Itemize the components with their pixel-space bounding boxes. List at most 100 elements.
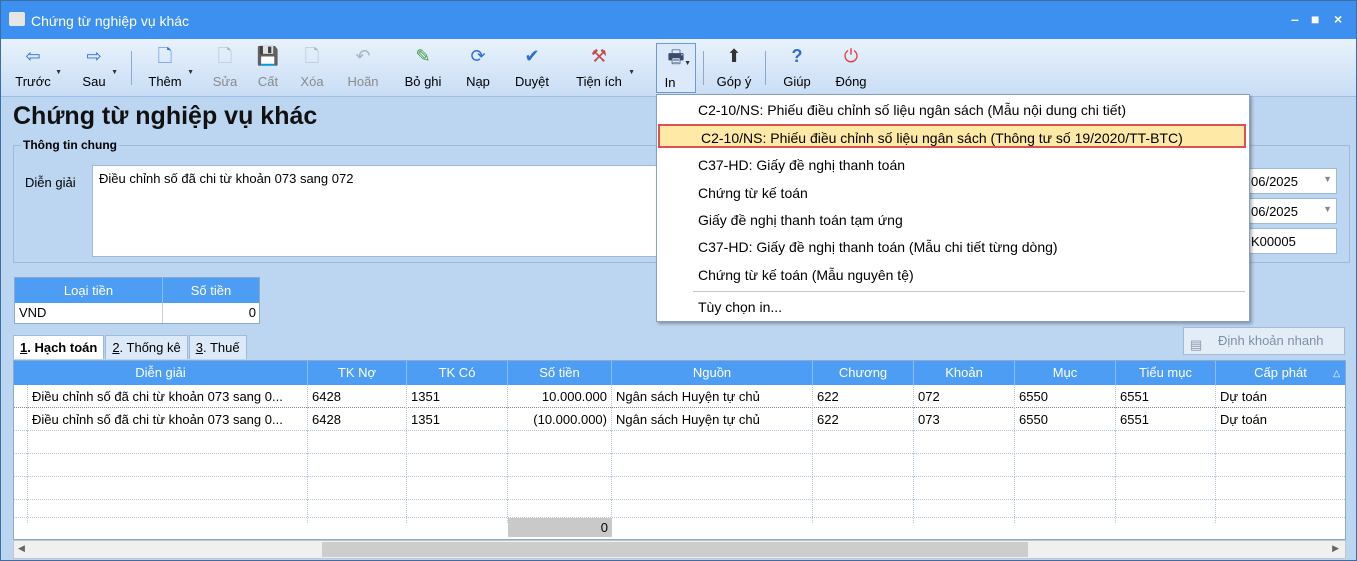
amount-cell[interactable]: 0: [163, 303, 259, 323]
table-row[interactable]: Điều chỉnh số đã chi từ khoản 073 sang 0…: [14, 385, 1345, 408]
dropdown-arrow-icon[interactable]: ▼: [628, 69, 635, 76]
col-item[interactable]: Khoản: [914, 361, 1015, 385]
cell-debit[interactable]: 6428: [308, 385, 407, 408]
add-button[interactable]: 🗋 Thêm ▼: [145, 43, 194, 93]
power-icon: ⏻: [843, 46, 859, 66]
delete-button[interactable]: 🗋 Xóa: [298, 43, 326, 93]
cell-section[interactable]: 6550: [1015, 408, 1116, 431]
col-amount[interactable]: Số tiền: [508, 361, 612, 385]
date-field-2[interactable]: 06/2025 ▼: [1246, 198, 1337, 224]
feedback-button[interactable]: ⬆ Góp ý: [713, 43, 755, 93]
approve-button[interactable]: ✔ Duyệt: [511, 43, 553, 93]
quick-entry-button[interactable]: ▤ Định khoản nhanh: [1183, 327, 1345, 355]
empty-row[interactable]: [14, 477, 1345, 500]
postpone-button[interactable]: ↶ Hoãn: [344, 43, 382, 93]
empty-row[interactable]: [14, 431, 1345, 454]
window: Chứng từ nghiệp vụ khác – ■ × ⇦ Trước ▼ …: [0, 0, 1357, 561]
menu-item-print-options[interactable]: Tùy chọn in...: [657, 295, 1249, 319]
previous-button[interactable]: ⇦ Trước ▼: [13, 43, 62, 93]
chevron-down-icon[interactable]: ▼: [1323, 174, 1332, 184]
col-debit-account[interactable]: TK Nợ: [308, 361, 407, 385]
tab-accounting[interactable]: 1. Hạch toán: [13, 335, 105, 359]
arrow-right-icon: ⇨: [86, 46, 102, 66]
toolbar: ⇦ Trước ▼ ⇨ Sau ▼ 🗋 Thêm ▼ 🗋 Sửa 💾 Cất 🗋…: [1, 39, 1356, 97]
cell-source[interactable]: Ngân sách Huyện tự chủ: [612, 408, 813, 431]
sort-up-icon: △: [1333, 368, 1340, 378]
cell-chapter[interactable]: 622: [813, 408, 914, 431]
col-description[interactable]: Diễn giải: [14, 361, 308, 385]
menu-item-c2-10-detail[interactable]: C2-10/NS: Phiếu điều chỉnh số liệu ngân …: [657, 98, 1249, 122]
cell-amount[interactable]: (10.000.000): [508, 408, 612, 431]
cell-section[interactable]: 6550: [1015, 385, 1116, 408]
scroll-left-icon[interactable]: ◀: [18, 543, 25, 554]
col-section[interactable]: Mục: [1015, 361, 1116, 385]
utilities-button[interactable]: ⚒ Tiện ích ▼: [572, 43, 635, 93]
reload-button[interactable]: ⟳ Nạp: [463, 43, 493, 93]
cell-description[interactable]: Điều chỉnh số đã chi từ khoản 073 sang 0…: [28, 385, 308, 408]
menu-item-accounting-voucher-original-currency[interactable]: Chứng từ kế toán (Mẫu nguyên tệ): [657, 263, 1249, 287]
currency-table-header: Loại tiền Số tiền: [15, 278, 259, 303]
currency-type-cell[interactable]: VND: [15, 303, 163, 323]
print-button[interactable]: 🖶 In ▼: [656, 43, 696, 93]
currency-row[interactable]: VND 0: [15, 303, 259, 323]
dropdown-arrow-icon[interactable]: ▼: [187, 69, 194, 76]
col-chapter[interactable]: Chương: [813, 361, 914, 385]
amount-header: Số tiền: [190, 283, 232, 298]
col-source[interactable]: Nguồn: [612, 361, 813, 385]
empty-row[interactable]: [14, 454, 1345, 477]
dropdown-arrow-icon[interactable]: ▼: [111, 69, 118, 76]
scrollbar-thumb[interactable]: [322, 542, 1028, 557]
new-document-icon: 🗋: [157, 46, 173, 66]
menu-item-c37-line-detail[interactable]: C37-HD: Giấy đề nghị thanh toán (Mẫu chi…: [657, 235, 1249, 259]
cell-item[interactable]: 072: [914, 385, 1015, 408]
cell-allocation[interactable]: Dự toán: [1216, 408, 1345, 431]
close-button[interactable]: ⏻ Đóng: [831, 43, 871, 93]
next-button[interactable]: ⇨ Sau ▼: [79, 43, 118, 93]
grid-header: Diễn giải TK Nợ TK Có Số tiền Nguồn Chươ…: [14, 361, 1345, 385]
cell-subsection[interactable]: 6551: [1116, 385, 1216, 408]
col-subsection[interactable]: Tiểu mục: [1116, 361, 1216, 385]
menu-item-c2-10-circular[interactable]: C2-10/NS: Phiếu điều chỉnh số liệu ngân …: [658, 124, 1246, 148]
table-row[interactable]: Điều chỉnh số đã chi từ khoản 073 sang 0…: [14, 408, 1345, 431]
col-credit-account[interactable]: TK Có: [407, 361, 508, 385]
minimize-button[interactable]: –: [1291, 11, 1299, 27]
window-title: Chứng từ nghiệp vụ khác: [31, 13, 190, 29]
menu-item-accounting-voucher[interactable]: Chứng từ kế toán: [657, 181, 1249, 205]
save-button[interactable]: 💾 Cất: [255, 43, 281, 93]
date-field-1[interactable]: 06/2025 ▼: [1246, 168, 1337, 194]
description-field[interactable]: Điều chỉnh số đã chi từ khoản 073 sang 0…: [92, 165, 662, 257]
dropdown-arrow-icon[interactable]: ▼: [684, 60, 691, 67]
cell-subsection[interactable]: 6551: [1116, 408, 1216, 431]
cell-credit[interactable]: 1351: [407, 408, 508, 431]
refresh-icon: ⟳: [470, 46, 486, 66]
cell-description[interactable]: Điều chỉnh số đã chi từ khoản 073 sang 0…: [28, 408, 308, 431]
chevron-down-icon[interactable]: ▼: [1323, 204, 1332, 214]
empty-row[interactable]: [14, 500, 1345, 523]
cell-item[interactable]: 073: [914, 408, 1015, 431]
horizontal-scrollbar[interactable]: ◀ ▶: [13, 540, 1346, 559]
cell-allocation[interactable]: Dự toán: [1216, 385, 1345, 408]
title-bar: Chứng từ nghiệp vụ khác – ■ ×: [1, 1, 1356, 39]
cell-chapter[interactable]: 622: [813, 385, 914, 408]
tab-statistics[interactable]: 2. Thống kê: [105, 335, 188, 359]
cell-amount[interactable]: 10.000.000: [508, 385, 612, 408]
dropdown-arrow-icon[interactable]: ▼: [55, 69, 62, 76]
save-icon: 💾: [256, 46, 280, 66]
cell-source[interactable]: Ngân sách Huyện tự chủ: [612, 385, 813, 408]
edit-button[interactable]: 🗋 Sửa: [211, 43, 239, 93]
menu-item-advance-payment-request[interactable]: Giấy đề nghị thanh toán tạm ứng: [657, 208, 1249, 232]
tools-icon: ⚒: [590, 46, 608, 66]
scroll-right-icon[interactable]: ▶: [1332, 543, 1339, 554]
unpost-button[interactable]: ✎ Bỏ ghi: [401, 43, 445, 93]
menu-item-c37-payment-request[interactable]: C37-HD: Giấy đề nghị thanh toán: [657, 153, 1249, 177]
tab-tax[interactable]: 3. Thuế: [188, 335, 247, 359]
reference-number-field[interactable]: K00005: [1246, 228, 1337, 254]
close-window-button[interactable]: ×: [1334, 11, 1342, 27]
maximize-button[interactable]: ■: [1311, 11, 1319, 27]
col-allocation[interactable]: Cấp phát △: [1216, 361, 1345, 385]
cell-credit[interactable]: 1351: [407, 385, 508, 408]
help-button[interactable]: ? Giúp: [780, 43, 814, 93]
toolbar-separator: [131, 51, 132, 85]
delete-document-icon: 🗋: [304, 46, 320, 66]
cell-debit[interactable]: 6428: [308, 408, 407, 431]
